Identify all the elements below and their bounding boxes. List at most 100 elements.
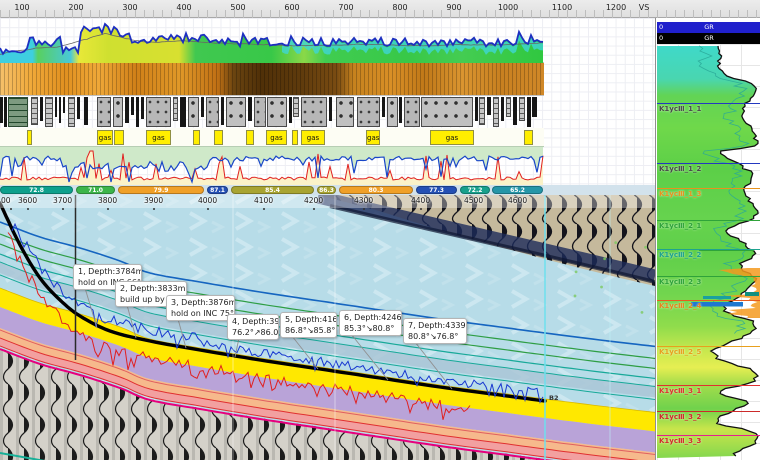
- formation-line: [657, 385, 760, 386]
- lithology-block: [4, 97, 7, 127]
- lithology-block: [336, 97, 354, 127]
- lithology-block: [493, 97, 499, 127]
- annotation-note: 86.8°↘85.8°: [285, 325, 332, 336]
- formation-line: [657, 346, 760, 347]
- formation-label: K1ycⅢ_2_3: [659, 278, 701, 286]
- annotation-note: 80.8°↘76.8°: [408, 331, 462, 342]
- lithology-block: [146, 97, 171, 127]
- formation-label: K1ycⅢ_2_5: [659, 348, 701, 356]
- lithology-block: [125, 97, 129, 123]
- lithology-block: [532, 97, 537, 117]
- gas-flag: gas: [97, 130, 113, 145]
- gas-flag: [27, 130, 32, 145]
- formation-label: K1ycⅢ_2_1: [659, 222, 701, 230]
- annotation-depth: 5, Depth:4163m: [285, 314, 332, 325]
- lithology-block: [293, 97, 299, 117]
- ruler-label: 300: [122, 3, 137, 12]
- lithology-block: [84, 97, 88, 125]
- formation-label: K1ycⅢ_3_2: [659, 413, 701, 421]
- ruler-label: 900: [446, 3, 461, 12]
- formation-line: [657, 411, 760, 412]
- inclination-segment: 87.1: [207, 186, 228, 194]
- annotation-box[interactable]: 7, Depth:4339m80.8°↘76.8°: [403, 318, 467, 344]
- lithology-block: [8, 97, 28, 127]
- inclination-segment: 65.2: [492, 186, 543, 194]
- lithology-block: [63, 97, 65, 113]
- formation-label: K1ycⅢ_1_1: [659, 105, 701, 113]
- formation-line: [657, 103, 760, 104]
- gas-flag: gas: [430, 130, 474, 145]
- lithology-block: [357, 97, 380, 127]
- inclination-segment: 77.3: [416, 186, 457, 194]
- inclination-segment: 79.9: [118, 186, 204, 194]
- lithology-block: [404, 97, 420, 127]
- annotation-depth: 1, Depth:3784m: [78, 266, 137, 277]
- lithology-block: [201, 97, 204, 117]
- gas-flag: [246, 130, 254, 145]
- gr-curve-name: GR: [657, 33, 760, 44]
- lithology-block: [206, 97, 219, 127]
- lithology-block: [68, 97, 75, 127]
- formation-label: K1ycⅢ_1_2: [659, 165, 701, 173]
- gas-indicator-track: gasgasgasgasgasgas: [0, 128, 544, 147]
- formation-line: [657, 249, 760, 250]
- lithology-block: [421, 97, 473, 127]
- lithology-block: [55, 97, 57, 117]
- formation-label: K1ycⅢ_2_4: [659, 302, 701, 310]
- lithology-block: [387, 97, 398, 127]
- lithology-block: [45, 97, 53, 127]
- gas-flag: gas: [146, 130, 171, 145]
- ruler-label: 500: [230, 3, 245, 12]
- lithology-block: [248, 97, 252, 121]
- lithology-block: [77, 97, 80, 119]
- formation-label: K1ycⅢ_1_3: [659, 190, 701, 198]
- track-separator: [0, 95, 544, 96]
- formation-label: K1ycⅢ_2_2: [659, 251, 701, 259]
- lithology-block: [487, 97, 491, 115]
- gas-flag: [114, 130, 124, 145]
- ruler-label: VS: [639, 3, 650, 12]
- gas-flag: gas: [266, 130, 287, 145]
- lithology-block: [289, 97, 292, 123]
- annotation-depth: 6, Depth:4246m: [344, 312, 397, 323]
- ruler-label: 200: [68, 3, 83, 12]
- lithology-block: [479, 97, 485, 125]
- annotation-box[interactable]: 6, Depth:4246m85.3°↘80.8°: [339, 310, 402, 336]
- lithology-track: [0, 96, 544, 128]
- annotation-box[interactable]: 5, Depth:4163m86.8°↘85.8°: [280, 312, 337, 338]
- annotation-depth: 4, Depth:3933m: [232, 316, 274, 327]
- inclination-segment: 72.2: [460, 186, 490, 194]
- gr-header-blue: 0 GR: [657, 22, 760, 33]
- inclination-segment: 80.3: [339, 186, 413, 194]
- lithology-block: [501, 97, 504, 121]
- ruler-label: 100: [14, 3, 29, 12]
- ruler-label: 1100: [552, 3, 572, 12]
- lithology-block: [31, 97, 38, 125]
- annotation-note: 76.2°↗86.0°: [232, 327, 274, 338]
- lithology-block: [131, 97, 134, 115]
- gr-curve-name: GR: [657, 22, 760, 33]
- vs-ruler[interactable]: 100200300400500600700800900100011001200V…: [0, 0, 760, 18]
- formation-line: [657, 220, 760, 221]
- density-strip-track: [0, 63, 544, 96]
- formation-line: [657, 163, 760, 164]
- gr-panel-body[interactable]: K1ycⅢ_1_1 K1ycⅢ_1_2 K1ycⅢ_1_3 K1ycⅢ_2_1 K1yc…: [657, 44, 760, 460]
- annotation-note: hold on INC 75°: [171, 308, 230, 319]
- ruler-label: 600: [284, 3, 299, 12]
- annotation-depth: 2, Depth:3833m: [120, 283, 182, 294]
- lithology-block: [329, 97, 332, 121]
- lithology-block: [506, 97, 511, 117]
- lithology-block: [188, 97, 199, 127]
- lithology-block: [59, 97, 61, 123]
- lithology-block: [513, 97, 517, 125]
- gr-panel[interactable]: 0 GR 0 GR K1ycⅢ_1_1K1ycⅢ_1_2K1ycⅢ_1: [655, 18, 760, 460]
- formation-label: K1ycⅢ_3_1: [659, 387, 701, 395]
- ruler-label: 1200: [606, 3, 626, 12]
- annotation-depth: 3, Depth:3876m: [171, 297, 230, 308]
- formation-line: [657, 276, 760, 277]
- annotation-box[interactable]: 4, Depth:3933m76.2°↗86.0°: [227, 314, 279, 340]
- ruler-label: 1000: [498, 3, 518, 12]
- annotation-box[interactable]: 3, Depth:3876mhold on INC 75°: [166, 295, 235, 321]
- lithology-block: [519, 97, 525, 121]
- lithology-block: [254, 97, 266, 127]
